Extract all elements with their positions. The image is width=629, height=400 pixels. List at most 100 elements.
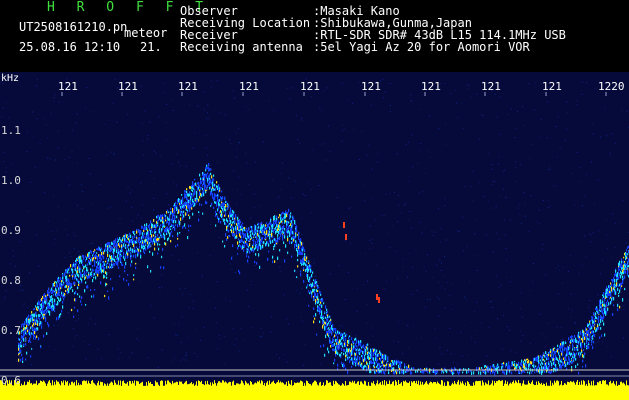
noise-speckle bbox=[444, 198, 446, 200]
noise-speckle bbox=[553, 185, 555, 186]
noise-speckle bbox=[566, 128, 568, 130]
noise-speckle bbox=[471, 96, 473, 98]
trace-pixel bbox=[192, 189, 194, 193]
noise-speckle bbox=[203, 109, 205, 111]
trace-pixel bbox=[118, 266, 120, 269]
trace-pixel bbox=[321, 310, 323, 314]
trace-pixel bbox=[219, 187, 221, 190]
noise-speckle bbox=[356, 310, 358, 312]
noise-speckle bbox=[496, 116, 498, 118]
noise-speckle bbox=[440, 262, 442, 264]
trace-pixel bbox=[37, 309, 39, 311]
trace-pixel bbox=[349, 360, 351, 363]
noise-speckle bbox=[171, 163, 173, 165]
noise-speckle bbox=[352, 102, 354, 104]
noise-speckle bbox=[209, 255, 211, 257]
noise-speckle bbox=[138, 281, 140, 283]
noise-speckle bbox=[491, 168, 493, 170]
trace-pixel bbox=[266, 222, 268, 225]
noise-speckle bbox=[175, 184, 177, 186]
noise-speckle bbox=[193, 300, 194, 302]
trace-pixel bbox=[270, 240, 272, 244]
trace-pixel bbox=[81, 296, 83, 299]
trace-pixel bbox=[157, 243, 159, 246]
trace-pixel bbox=[119, 245, 121, 248]
trace-pixel bbox=[66, 285, 68, 288]
noise-speckle bbox=[615, 296, 617, 298]
noise-speckle bbox=[232, 255, 234, 257]
noise-speckle bbox=[47, 333, 49, 335]
trace-pixel bbox=[310, 264, 312, 268]
noise-speckle bbox=[327, 125, 329, 127]
noise-speckle bbox=[330, 191, 332, 193]
noise-speckle bbox=[105, 300, 107, 301]
noise-speckle bbox=[301, 119, 303, 121]
noise-speckle bbox=[246, 162, 248, 164]
noise-speckle bbox=[147, 135, 149, 137]
trace-pixel bbox=[46, 296, 48, 300]
trace-pixel bbox=[152, 252, 154, 256]
noise-speckle bbox=[605, 219, 607, 221]
trace-pixel bbox=[290, 215, 292, 218]
noise-speckle bbox=[3, 151, 5, 153]
noise-speckle bbox=[341, 124, 343, 126]
trace-pixel bbox=[61, 309, 63, 313]
noise-speckle bbox=[138, 339, 140, 341]
trace-pixel bbox=[265, 224, 267, 227]
trace-pixel bbox=[579, 338, 581, 341]
trace-pixel bbox=[71, 282, 73, 287]
noise-speckle bbox=[76, 335, 78, 336]
trace-pixel bbox=[109, 263, 111, 266]
trace-pixel bbox=[82, 260, 84, 263]
noise-speckle bbox=[307, 182, 309, 184]
noise-speckle bbox=[345, 240, 347, 242]
noise-speckle bbox=[492, 180, 494, 182]
noise-speckle bbox=[474, 219, 476, 221]
trace-pixel bbox=[367, 363, 369, 366]
trace-pixel bbox=[507, 370, 509, 373]
trace-pixel bbox=[253, 242, 255, 247]
trace-pixel bbox=[186, 188, 188, 191]
trace-pixel bbox=[300, 270, 302, 273]
trace-pixel bbox=[349, 356, 351, 359]
trace-pixel bbox=[249, 243, 251, 247]
trace-pixel bbox=[54, 284, 56, 287]
trace-pixel bbox=[51, 295, 53, 298]
noise-speckle bbox=[449, 295, 451, 297]
trace-pixel bbox=[27, 327, 29, 331]
trace-pixel bbox=[76, 261, 78, 264]
trace-pixel bbox=[548, 353, 550, 357]
noise-speckle bbox=[532, 143, 534, 145]
trace-pixel bbox=[356, 351, 358, 355]
trace-pixel bbox=[303, 267, 305, 270]
noise-speckle bbox=[78, 314, 80, 316]
noise-speckle bbox=[402, 266, 404, 268]
noise-speckle bbox=[129, 192, 131, 194]
trace-pixel bbox=[337, 337, 339, 342]
trace-pixel bbox=[339, 346, 341, 349]
noise-speckle bbox=[171, 361, 173, 363]
noise-speckle bbox=[461, 103, 463, 105]
noise-speckle bbox=[246, 289, 248, 291]
trace-pixel bbox=[294, 270, 296, 272]
noise-speckle bbox=[510, 218, 512, 220]
trace-pixel bbox=[211, 175, 213, 179]
noise-speckle bbox=[234, 272, 236, 273]
noise-speckle bbox=[498, 238, 500, 240]
trace-pixel bbox=[551, 363, 553, 367]
trace-pixel bbox=[271, 233, 273, 236]
noise-speckle bbox=[578, 181, 580, 183]
trace-pixel bbox=[90, 261, 92, 265]
noise-speckle bbox=[370, 104, 372, 106]
trace-pixel bbox=[159, 225, 161, 228]
noise-speckle bbox=[618, 221, 620, 223]
noise-speckle bbox=[185, 355, 187, 357]
trace-pixel bbox=[280, 233, 282, 237]
trace-pixel bbox=[353, 341, 355, 344]
noise-speckle bbox=[158, 287, 160, 289]
trace-pixel bbox=[138, 249, 140, 252]
noise-speckle bbox=[385, 280, 387, 282]
trace-pixel bbox=[170, 232, 172, 235]
noise-speckle bbox=[1, 116, 3, 118]
noise-speckle bbox=[476, 330, 478, 332]
